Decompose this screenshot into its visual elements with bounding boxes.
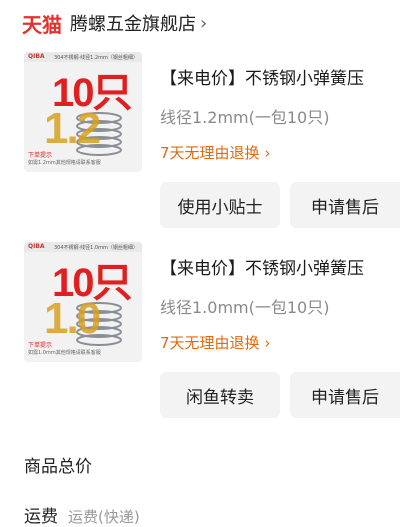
returns-label: 7天无理由退换 xyxy=(160,334,260,352)
returns-policy-link[interactable]: 7天无理由退换 › xyxy=(160,332,270,353)
resell-button[interactable]: 闲鱼转卖 xyxy=(160,372,280,418)
after-sales-button[interactable]: 申请售后 xyxy=(290,182,400,228)
returns-policy-link[interactable]: 7天无理由退换 › xyxy=(160,142,270,163)
thumbnail-brand: QIBA xyxy=(28,243,45,250)
after-sales-button[interactable]: 申请售后 xyxy=(290,372,400,418)
chevron-right-icon: › xyxy=(264,144,271,162)
shop-header[interactable]: 天猫 腾螺五金旗舰店 › xyxy=(22,8,207,38)
thumbnail-note: 如需1.2mm其他规格请联系客服 xyxy=(28,160,101,166)
product-thumbnail[interactable]: QIBA 304不锈钢·线径1.0mm（钢丝粗细） 10只 1.0 下单提示 如… xyxy=(24,242,142,362)
product-spec: 线径1.0mm(一包10只) xyxy=(160,298,330,317)
product-title[interactable]: 【来电价】不锈钢小弹簧压 xyxy=(160,254,364,279)
shipping-label: 运费 xyxy=(24,507,58,527)
thumbnail-brand: QIBA xyxy=(28,53,45,60)
thumbnail-size: 1.2 xyxy=(44,104,101,153)
shop-name[interactable]: 腾螺五金旗舰店 xyxy=(70,10,196,36)
product-thumbnail[interactable]: QIBA 304不锈钢·线径1.2mm（钢丝粗细） 10只 1.2 下单提示 如… xyxy=(24,52,142,172)
chevron-right-icon: › xyxy=(264,334,271,352)
total-price-label: 商品总价 xyxy=(24,457,92,477)
returns-label: 7天无理由退换 xyxy=(160,144,260,162)
tmall-logo: 天猫 xyxy=(22,12,62,37)
shipping-row: 运费 运费(快递) xyxy=(24,502,140,527)
thumbnail-size: 1.0 xyxy=(44,294,101,343)
tips-button[interactable]: 使用小贴士 xyxy=(160,182,280,228)
chevron-right-icon[interactable]: › xyxy=(200,13,207,34)
thumbnail-tag: 下单提示 xyxy=(28,152,53,159)
product-title[interactable]: 【来电价】不锈钢小弹簧压 xyxy=(160,64,364,89)
thumbnail-tag: 下单提示 xyxy=(28,342,53,349)
thumbnail-note: 如需1.0mm其他规格请联系客服 xyxy=(28,350,101,356)
product-spec: 线径1.2mm(一包10只) xyxy=(160,108,330,127)
shipping-method: 运费(快递) xyxy=(68,508,140,526)
